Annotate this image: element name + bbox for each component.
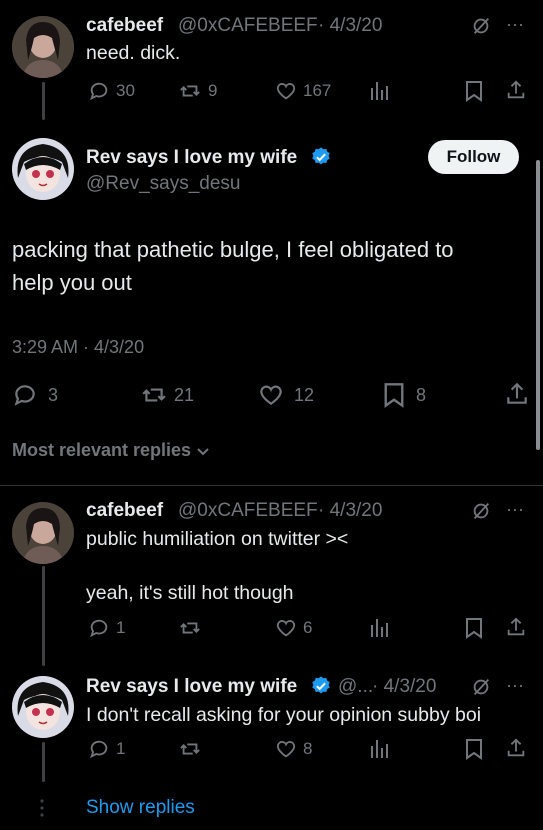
avatar-cafebeef-reply[interactable] [12,502,74,564]
thread-connector-reply2 [42,742,45,782]
main-like-action[interactable]: 12 [258,382,314,408]
reply2-handle[interactable]: @... [338,676,373,698]
reply2-reply-count: 1 [116,739,126,758]
main-bookmark-count: 8 [416,384,427,405]
main-display-name[interactable]: Rev says I love my wife [86,147,297,169]
main-retweet-count: 21 [174,384,195,405]
reply1-date[interactable]: · 4/3/20 [318,500,382,522]
reply2-date[interactable]: · 4/3/20 [372,676,436,698]
like-icon [276,741,296,758]
avatar-rev-reply[interactable] [12,676,74,738]
verified-icon [310,675,332,697]
thread-connector-top [42,82,45,120]
reply-icon [90,740,108,759]
main-reply-action[interactable]: 3 [12,382,58,408]
reply-icon [90,82,108,101]
bookmark-icon [466,739,482,760]
retweet-icon [180,85,200,97]
reply1-reply-count: 1 [116,618,126,637]
reply-icon [14,385,35,406]
more-icon[interactable]: ··· [506,14,524,35]
share-icon [507,617,525,636]
reply2-share-action[interactable] [505,737,527,759]
like-icon [276,83,296,100]
views-icon [371,619,388,637]
reply2-bookmark-action[interactable] [464,738,484,760]
follow-button[interactable]: Follow [428,140,519,174]
parent-views-action[interactable] [370,80,390,102]
reply1-bookmark-action[interactable] [464,617,484,639]
reply-icon [90,619,108,638]
retweet-icon [142,388,166,402]
parent-like-action[interactable]: 167 [275,80,331,102]
reply1-text-line1: public humiliation on twitter >< [86,528,349,550]
reply1-reply-action[interactable]: 1 [88,617,125,639]
like-icon [260,385,282,405]
divider [0,485,543,486]
bookmark-icon [466,618,482,639]
grok-icon[interactable] [470,15,492,42]
retweet-icon [180,743,200,755]
more-icon[interactable]: ··· [506,675,524,696]
views-icon [371,740,388,758]
bookmark-icon [466,81,482,102]
parent-retweet-count: 9 [208,81,218,100]
parent-reply-count: 30 [116,81,135,100]
show-replies-link[interactable]: Show replies [86,797,195,819]
verified-icon [310,146,332,168]
reply2-views-action[interactable] [370,738,390,760]
parent-date[interactable]: · 4/3/20 [318,15,382,37]
reply2-like-action[interactable]: 8 [275,738,312,760]
reply1-retweet-action[interactable] [178,617,208,639]
most-relevant-replies-toggle[interactable]: Most relevant replies [12,440,211,461]
main-bookmark-action[interactable]: 8 [382,382,426,408]
grok-icon[interactable] [470,676,492,703]
parent-share-action[interactable] [505,79,527,101]
main-tweet-text-line2: help you out [12,270,132,295]
parent-reply-action[interactable]: 30 [88,80,135,102]
main-share-action[interactable] [504,381,530,407]
main-handle[interactable]: @Rev_says_desu [86,173,240,195]
like-icon [276,620,296,637]
share-icon [507,738,525,757]
main-tweet-text-line1: packing that pathetic bulge, I feel obli… [12,237,454,262]
reply2-display-name[interactable]: Rev says I love my wife [86,676,297,698]
parent-display-name[interactable]: cafebeef [86,15,163,37]
reply2-text: I don't recall asking for your opinion s… [86,704,482,726]
reply1-like-action[interactable]: 6 [275,617,312,639]
grok-icon[interactable] [470,500,492,527]
main-like-count: 12 [294,384,315,405]
share-icon [507,382,527,404]
reply1-views-action[interactable] [370,617,390,639]
main-retweet-action[interactable]: 21 [140,382,194,408]
reply1-share-action[interactable] [505,616,527,638]
main-reply-count: 3 [48,384,59,405]
reply2-retweet-action[interactable] [178,738,208,760]
parent-like-count: 167 [303,81,332,100]
reply1-handle[interactable]: @0xCAFEBEEF [178,500,318,522]
main-timestamp[interactable]: 3:29 AM · 4/3/20 [12,337,144,358]
scrollbar[interactable] [536,160,540,450]
avatar-cafebeef[interactable] [12,16,74,78]
reply1-text-line2: yeah, it's still hot though [86,582,294,604]
reply2-reply-action[interactable]: 1 [88,738,125,760]
bookmark-icon [384,383,404,408]
views-icon [371,82,388,100]
parent-handle[interactable]: @0xCAFEBEEF [178,15,318,37]
reply1-like-count: 6 [303,618,313,637]
thread-connector-reply1 [42,566,45,666]
share-icon [507,80,525,99]
parent-tweet-text: need. dick. [86,42,181,64]
retweet-icon [180,622,200,634]
most-relevant-label: Most relevant replies [12,440,192,460]
parent-bookmark-action[interactable] [464,80,484,102]
reply1-display-name[interactable]: cafebeef [86,500,163,522]
parent-retweet-action[interactable]: 9 [178,80,217,102]
chevron-down-icon [197,447,209,455]
avatar-rev[interactable] [12,138,74,200]
collapsed-thread-dots-icon [40,798,44,818]
reply2-like-count: 8 [303,739,313,758]
more-icon[interactable]: ··· [506,499,524,520]
